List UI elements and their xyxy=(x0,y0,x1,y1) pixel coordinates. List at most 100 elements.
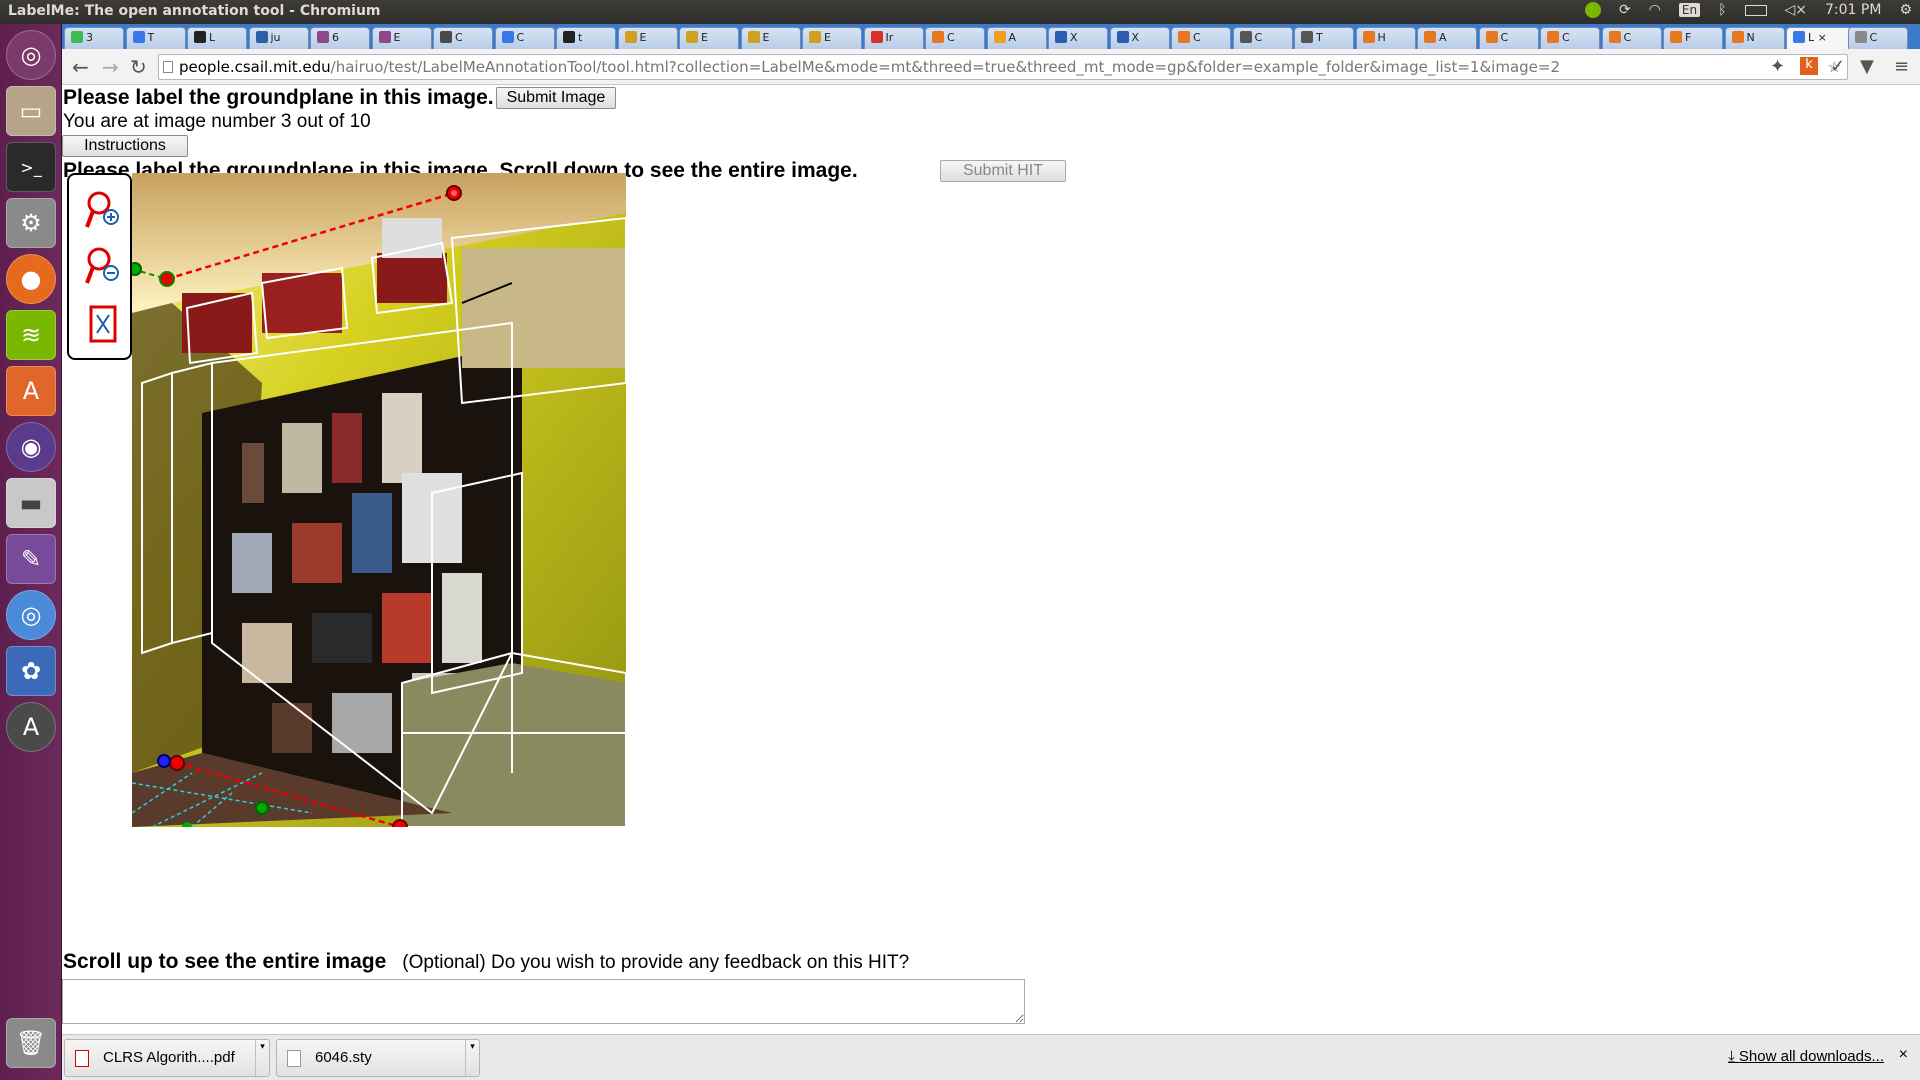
browser-tab[interactable]: H xyxy=(1355,27,1416,49)
browser-tab[interactable]: 3 xyxy=(64,27,124,49)
software-center-icon[interactable]: A xyxy=(6,366,56,416)
zoom-in-icon[interactable] xyxy=(85,189,121,233)
firefox-icon[interactable]: ● xyxy=(6,254,56,304)
scroll-up-text: Scroll up to see the entire image xyxy=(63,950,387,973)
browser-tab[interactable]: E xyxy=(740,27,801,49)
download-item-pdf[interactable]: CLRS Algorith....pdf ▾ xyxy=(64,1039,270,1077)
update-manager-icon[interactable]: A xyxy=(6,702,56,752)
zoom-out-icon[interactable] xyxy=(85,245,121,289)
chromium-icon[interactable]: ◎ xyxy=(6,590,56,640)
ubuntu-dash-icon[interactable]: ◎ xyxy=(6,30,56,80)
forward-arrow-icon[interactable]: → xyxy=(102,55,119,79)
tab-favicon-icon xyxy=(1547,31,1559,43)
keyboard-layout-indicator[interactable]: En xyxy=(1678,3,1701,17)
tab-label: C xyxy=(947,31,955,44)
browser-tab[interactable]: L xyxy=(187,27,247,49)
browser-tab[interactable]: C xyxy=(1601,27,1662,49)
tab-favicon-icon xyxy=(71,31,83,43)
tab-favicon-icon xyxy=(1239,31,1252,43)
spotify-icon[interactable]: ≋ xyxy=(6,310,56,360)
back-arrow-icon[interactable]: ← xyxy=(72,55,89,79)
instructions-button[interactable]: Instructions xyxy=(62,135,188,157)
browser-menu-icon[interactable]: ≡ xyxy=(1894,56,1909,77)
browser-tab[interactable]: X xyxy=(1109,27,1170,49)
bluetooth-tray-icon[interactable]: ᛒ xyxy=(1718,2,1726,18)
battery-tray-icon[interactable] xyxy=(1744,4,1767,16)
browser-tab[interactable]: C xyxy=(1478,27,1539,49)
extension-check-icon[interactable]: ✓ xyxy=(1830,56,1845,77)
trash-icon[interactable]: 🗑 xyxy=(6,1018,56,1068)
files-icon[interactable]: ▭ xyxy=(6,86,56,136)
tab-label: C xyxy=(1254,31,1263,44)
tab-favicon-icon xyxy=(686,31,698,43)
browser-tab[interactable]: t xyxy=(556,27,616,49)
browser-tab[interactable]: L × xyxy=(1786,27,1852,49)
browser-tab[interactable]: E xyxy=(679,27,739,49)
extension-lastpass-icon[interactable]: ✦ xyxy=(1770,56,1785,77)
tab-favicon-icon xyxy=(317,31,329,43)
browser-tab[interactable]: C xyxy=(433,27,493,49)
chevron-down-icon[interactable]: ▾ xyxy=(255,1040,269,1076)
chevron-down-icon[interactable]: ▾ xyxy=(465,1040,479,1076)
browser-tab[interactable]: C xyxy=(925,27,985,49)
browser-tab[interactable]: C xyxy=(1540,27,1600,49)
extension-k-icon[interactable]: k xyxy=(1800,57,1818,75)
close-icon[interactable]: × xyxy=(1899,1046,1908,1064)
download-filename: CLRS Algorith....pdf xyxy=(103,1049,235,1066)
tab-label: A xyxy=(1439,31,1447,44)
browser-tab[interactable]: X xyxy=(1048,27,1108,49)
browser-tab[interactable]: C xyxy=(1847,27,1908,49)
browser-tab[interactable]: E xyxy=(802,27,862,49)
browser-tab[interactable]: F xyxy=(1663,27,1723,49)
tab-label: Ir xyxy=(885,31,894,44)
browser-tab[interactable]: T xyxy=(1294,27,1354,49)
browser-tab[interactable]: T xyxy=(125,27,186,49)
address-bar[interactable]: people.csail.mit.edu/hairuo/test/LabelMe… xyxy=(158,54,1848,80)
browser-tab[interactable]: A xyxy=(1417,27,1477,49)
tab-label: H xyxy=(1377,31,1386,44)
tab-favicon-icon xyxy=(747,31,760,43)
browser-tab[interactable]: N xyxy=(1724,27,1785,49)
wifi-tray-icon[interactable]: ◠ xyxy=(1649,2,1661,18)
text-editor-icon[interactable]: ✎ xyxy=(6,534,56,584)
feedback-textarea[interactable] xyxy=(62,979,1025,1024)
settings-gear-icon[interactable]: ⚙ xyxy=(1899,2,1912,18)
shotwell-icon[interactable]: ✿ xyxy=(6,646,56,696)
tab-label: C xyxy=(455,31,463,44)
browser-tab[interactable]: ju xyxy=(248,27,309,49)
volume-tray-icon[interactable]: ◁× xyxy=(1785,2,1808,18)
fit-image-icon[interactable] xyxy=(85,303,121,347)
tab-favicon-icon xyxy=(870,31,883,43)
extension-pocket-icon[interactable]: ▼ xyxy=(1860,56,1874,77)
tab-label: C xyxy=(1500,31,1509,44)
file-icon xyxy=(287,1050,301,1067)
drive-icon[interactable]: ▬ xyxy=(6,478,56,528)
browser-tab[interactable]: E xyxy=(617,27,678,49)
tab-favicon-icon xyxy=(194,31,206,43)
tab-close-icon[interactable]: × xyxy=(1814,31,1827,44)
sync-tray-icon[interactable]: ⟳ xyxy=(1619,2,1631,18)
reload-icon[interactable]: ↻ xyxy=(130,55,147,79)
tab-label: C xyxy=(1193,31,1201,44)
browser-tab[interactable]: E xyxy=(371,27,432,49)
submit-hit-button[interactable]: Submit HIT xyxy=(940,160,1066,182)
tab-favicon-icon xyxy=(1854,31,1867,43)
disk-app-icon[interactable]: ◉ xyxy=(6,422,56,472)
submit-image-button[interactable]: Submit Image xyxy=(495,87,617,109)
tab-label: t xyxy=(578,31,583,44)
show-all-downloads-link[interactable]: ⤓ Show all downloads... xyxy=(1728,1048,1884,1065)
browser-tab[interactable]: Ir xyxy=(863,27,924,49)
download-item-sty[interactable]: 6046.sty ▾ xyxy=(276,1039,480,1077)
clock[interactable]: 7:01 PM xyxy=(1825,2,1881,18)
tab-favicon-icon xyxy=(132,31,145,43)
browser-tab[interactable]: 6 xyxy=(310,27,370,49)
terminal-icon[interactable]: >_ xyxy=(6,142,56,192)
browser-tab[interactable]: A xyxy=(986,27,1047,49)
browser-tab[interactable]: C xyxy=(1171,27,1231,49)
browser-tab[interactable]: C xyxy=(494,27,555,49)
annotation-image-canvas[interactable] xyxy=(132,173,626,827)
spotify-tray-icon[interactable] xyxy=(1584,2,1601,18)
tab-favicon-icon xyxy=(1731,31,1744,43)
browser-tab[interactable]: C xyxy=(1232,27,1293,49)
system-settings-icon[interactable]: ⚙ xyxy=(6,198,56,248)
